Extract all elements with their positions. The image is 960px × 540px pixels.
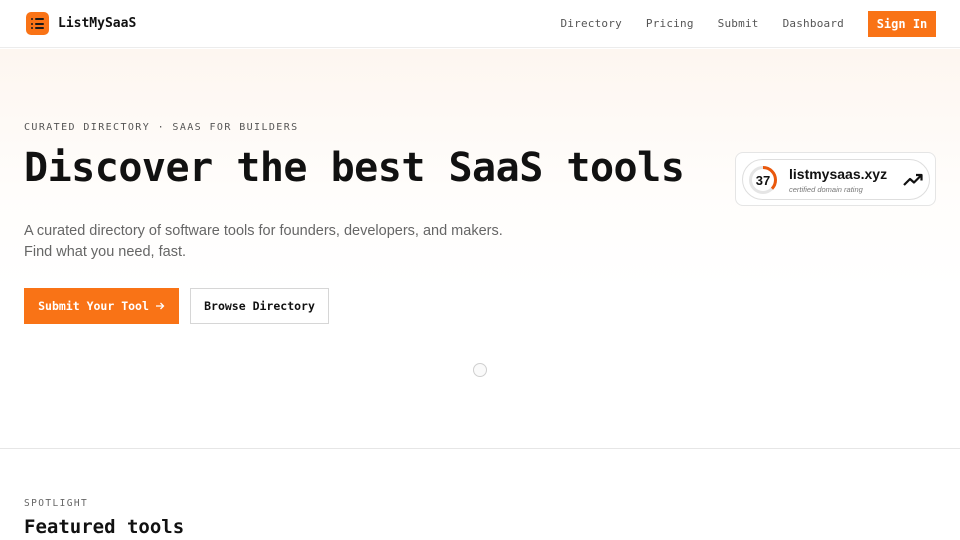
nav-link-dashboard[interactable]: Dashboard: [783, 17, 844, 30]
list-icon: [26, 12, 49, 35]
domain-rating-badge-card[interactable]: 37 listmysaas.xyz certified domain ratin…: [735, 152, 936, 206]
featured-tools-heading: Featured tools: [24, 516, 185, 538]
domain-rating-badge: 37 listmysaas.xyz certified domain ratin…: [742, 159, 930, 200]
hero-subtext-line-2: Find what you need, fast.: [24, 244, 187, 260]
nav-link-submit[interactable]: Submit: [718, 17, 759, 30]
rating-label: certified domain rating: [789, 185, 863, 194]
submit-tool-button[interactable]: Submit Your Tool: [24, 288, 179, 324]
nav-link-directory[interactable]: Directory: [560, 17, 621, 30]
arrow-right-icon: [155, 302, 165, 310]
hero-eyebrow: CURATED DIRECTORY · SAAS FOR BUILDERS: [24, 122, 299, 133]
spotlight-eyebrow: SPOTLIGHT: [24, 498, 89, 509]
sign-in-button[interactable]: Sign In: [868, 11, 936, 37]
hero-section: CURATED DIRECTORY · SAAS FOR BUILDERS Di…: [0, 49, 960, 449]
browse-directory-button[interactable]: Browse Directory: [190, 288, 329, 324]
loading-spinner: [473, 363, 487, 377]
top-nav: ListMySaaS Directory Pricing Submit Dash…: [0, 0, 960, 48]
submit-tool-label: Submit Your Tool: [38, 299, 149, 313]
hero-subtext: A curated directory of software tools fo…: [24, 221, 544, 263]
brand-logo[interactable]: ListMySaaS: [26, 12, 136, 35]
rating-score: 37: [755, 172, 771, 188]
trending-up-icon: [903, 173, 923, 186]
nav-links: Directory Pricing Submit Dashboard: [560, 17, 844, 30]
brand-name: ListMySaaS: [58, 16, 137, 31]
hero-headline: Discover the best SaaS tools: [24, 145, 685, 191]
nav-link-pricing[interactable]: Pricing: [646, 17, 694, 30]
rating-domain: listmysaas.xyz: [789, 166, 888, 182]
hero-subtext-line-1: A curated directory of software tools fo…: [24, 223, 503, 239]
